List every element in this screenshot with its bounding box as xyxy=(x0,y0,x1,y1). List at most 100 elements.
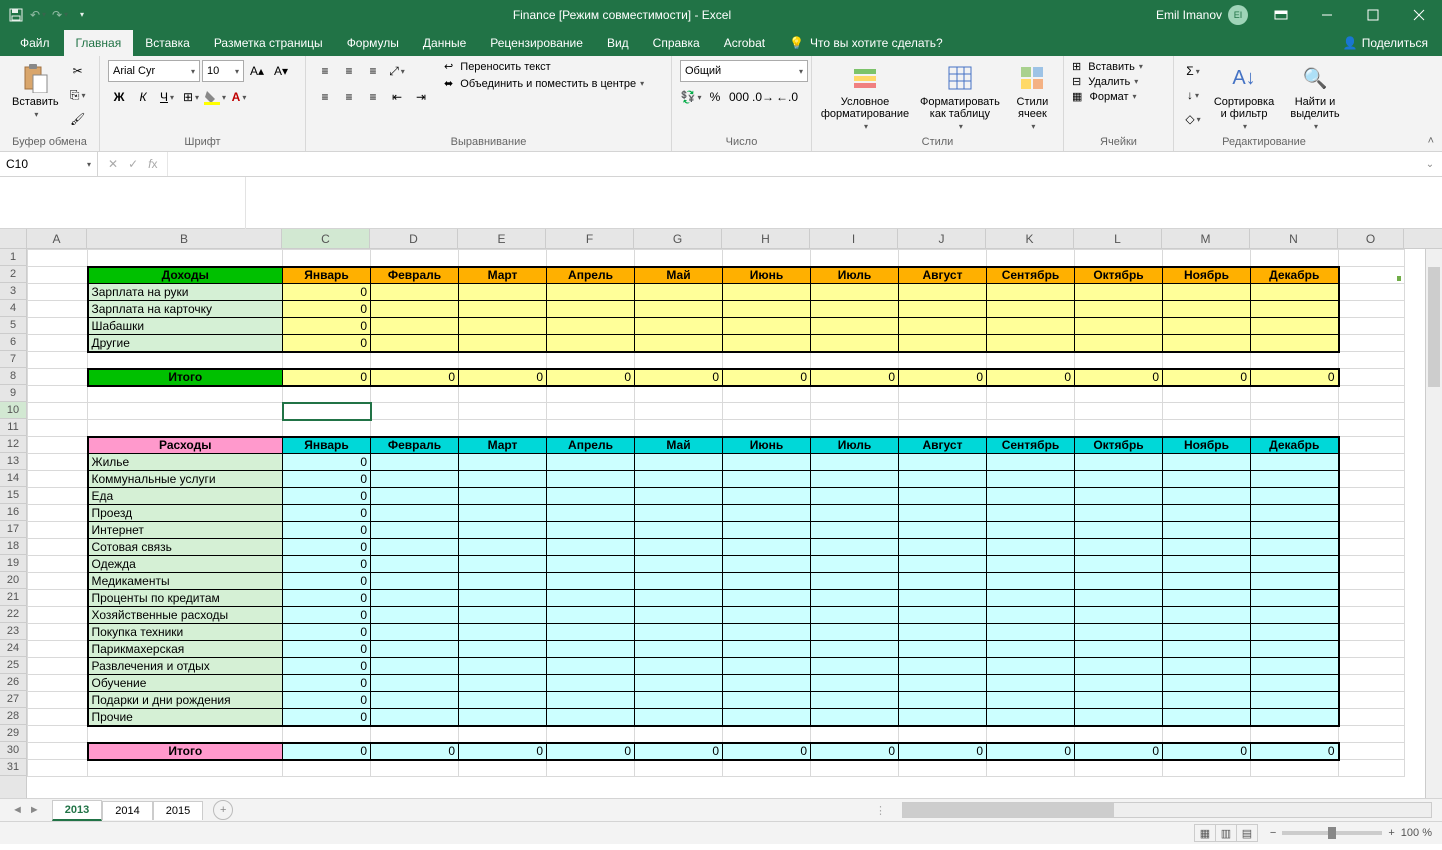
tab-help[interactable]: Справка xyxy=(641,30,712,56)
paste-button[interactable]: Вставить ▾ xyxy=(8,60,63,121)
group-styles-label: Стили xyxy=(820,135,1055,149)
increase-indent-icon[interactable]: ⇥ xyxy=(410,86,432,108)
align-bottom-icon[interactable]: ≡ xyxy=(362,60,384,82)
sheet-tab[interactable]: 2013 xyxy=(52,800,102,821)
underline-button[interactable]: Ч▾ xyxy=(156,86,178,108)
formula-bar-expanded-area xyxy=(0,177,1442,229)
prev-sheet-icon: ◄ xyxy=(12,804,23,816)
select-all-corner[interactable] xyxy=(0,229,27,249)
minimize-icon[interactable] xyxy=(1304,0,1350,29)
tab-page-layout[interactable]: Разметка страницы xyxy=(202,30,335,56)
italic-button[interactable]: К xyxy=(132,86,154,108)
autosum-icon[interactable]: Σ▾ xyxy=(1182,60,1204,82)
qat-customize-icon[interactable]: ▾ xyxy=(74,7,90,23)
zoom-out-icon[interactable]: − xyxy=(1270,827,1276,839)
vertical-scrollbar[interactable] xyxy=(1425,249,1442,798)
enter-icon[interactable]: ✓ xyxy=(128,157,138,171)
tab-insert[interactable]: Вставка xyxy=(133,30,202,56)
increase-font-icon[interactable]: A▴ xyxy=(246,60,268,82)
format-cells-button[interactable]: ▦ Формат▾ xyxy=(1072,90,1137,103)
decrease-font-icon[interactable]: A▾ xyxy=(270,60,292,82)
paste-icon xyxy=(19,62,51,94)
conditional-formatting-icon xyxy=(849,62,881,94)
tab-review[interactable]: Рецензирование xyxy=(478,30,595,56)
group-editing-label: Редактирование xyxy=(1182,135,1346,149)
clear-icon[interactable]: ◇▾ xyxy=(1182,108,1204,130)
align-middle-icon[interactable]: ≡ xyxy=(338,60,360,82)
expand-formula-bar-icon[interactable]: ⌄ xyxy=(1418,159,1442,170)
comma-icon[interactable]: 000 xyxy=(728,86,750,108)
align-top-icon[interactable]: ≡ xyxy=(314,60,336,82)
percent-icon[interactable]: % xyxy=(704,86,726,108)
fill-color-icon[interactable]: ▾ xyxy=(204,86,226,108)
zoom-control[interactable]: − + 100 % xyxy=(1270,827,1432,839)
sheet-tab[interactable]: 2015 xyxy=(153,801,203,820)
format-icon: ▦ xyxy=(1072,90,1082,103)
find-icon: 🔍 xyxy=(1299,62,1331,94)
fx-icon[interactable]: fx xyxy=(148,157,157,171)
increase-decimal-icon[interactable]: .0→ xyxy=(752,86,774,108)
name-box[interactable]: C10▾ xyxy=(0,152,98,176)
undo-icon[interactable]: ↶▾ xyxy=(30,7,46,23)
redo-icon[interactable]: ↷▾ xyxy=(52,7,68,23)
row-headers[interactable]: 1234567891011121314151617181920212223242… xyxy=(0,249,27,798)
conditional-formatting-button[interactable]: Условное форматирование▾ xyxy=(820,60,910,133)
tab-home[interactable]: Главная xyxy=(64,30,134,56)
share-button[interactable]: 👤 Поделиться xyxy=(1329,30,1442,56)
user-area[interactable]: Emil Imanov EI xyxy=(1146,5,1258,25)
format-as-table-button[interactable]: Форматировать как таблицу▾ xyxy=(914,60,1006,133)
zoom-in-icon[interactable]: + xyxy=(1388,827,1394,839)
column-headers[interactable]: ABCDEFGHIJKLMNO xyxy=(27,229,1425,249)
tell-me[interactable]: 💡 Что вы хотите сделать? xyxy=(777,30,955,56)
align-center-icon[interactable]: ≡ xyxy=(338,86,360,108)
borders-icon[interactable]: ⊞▾ xyxy=(180,86,202,108)
collapse-ribbon-icon[interactable]: ˄ xyxy=(1428,135,1434,147)
accounting-icon[interactable]: 💱▾ xyxy=(680,86,702,108)
format-table-icon xyxy=(944,62,976,94)
sheet-tab[interactable]: 2014 xyxy=(102,801,152,820)
share-icon: 👤 xyxy=(1343,36,1358,50)
sheet-nav[interactable]: ◄► xyxy=(0,804,52,816)
cells-table[interactable]: ДоходыЯнварьФевральМартАпрельМайИюньИюль… xyxy=(27,249,1405,777)
copy-icon[interactable]: ⎘▾ xyxy=(67,84,89,106)
sort-filter-button[interactable]: A↓ Сортировка и фильтр▾ xyxy=(1208,60,1280,133)
close-icon[interactable] xyxy=(1396,0,1442,29)
merge-center-button[interactable]: ⬌ Объединить и поместить в центре▾ xyxy=(444,77,644,90)
font-size-combo[interactable]: 10▾ xyxy=(202,60,244,82)
format-painter-icon[interactable]: 🖌 xyxy=(67,108,89,130)
group-font-label: Шрифт xyxy=(108,135,297,149)
cancel-icon[interactable]: ✕ xyxy=(108,157,118,171)
decrease-indent-icon[interactable]: ⇤ xyxy=(386,86,408,108)
find-select-button[interactable]: 🔍 Найти и выделить▾ xyxy=(1284,60,1346,133)
maximize-icon[interactable] xyxy=(1350,0,1396,29)
tab-data[interactable]: Данные xyxy=(411,30,478,56)
tab-file[interactable]: Файл xyxy=(6,30,64,56)
tab-formulas[interactable]: Формулы xyxy=(335,30,411,56)
ribbon-options-icon[interactable] xyxy=(1258,0,1304,29)
cell-styles-button[interactable]: Стили ячеек▾ xyxy=(1010,60,1055,133)
zoom-slider[interactable] xyxy=(1282,831,1382,835)
decrease-decimal-icon[interactable]: ←.0 xyxy=(776,86,798,108)
align-right-icon[interactable]: ≡ xyxy=(362,86,384,108)
orientation-icon[interactable]: ⤢▾ xyxy=(386,60,408,82)
fill-icon[interactable]: ↓▾ xyxy=(1182,84,1204,106)
save-icon[interactable] xyxy=(8,7,24,23)
zoom-value[interactable]: 100 % xyxy=(1401,827,1432,839)
tab-acrobat[interactable]: Acrobat xyxy=(712,30,777,56)
wrap-text-button[interactable]: ↩ Переносить текст xyxy=(444,60,644,73)
bold-button[interactable]: Ж xyxy=(108,86,130,108)
horizontal-scrollbar[interactable] xyxy=(902,802,1432,818)
cut-icon[interactable]: ✂ xyxy=(67,60,89,82)
number-format-combo[interactable]: Общий▾ xyxy=(680,60,808,82)
merge-icon: ⬌ xyxy=(444,77,453,90)
align-left-icon[interactable]: ≡ xyxy=(314,86,336,108)
next-sheet-icon: ► xyxy=(29,804,40,816)
view-switcher[interactable]: ▦▥▤ xyxy=(1195,824,1258,842)
tab-view[interactable]: Вид xyxy=(595,30,641,56)
delete-cells-button[interactable]: ⊟ Удалить▾ xyxy=(1072,75,1138,88)
font-name-combo[interactable]: Arial Cyr▾ xyxy=(108,60,200,82)
data-bar-indicator xyxy=(1397,276,1401,281)
insert-cells-button[interactable]: ⊞ Вставить▾ xyxy=(1072,60,1143,73)
font-color-icon[interactable]: A▾ xyxy=(228,86,250,108)
add-sheet-button[interactable]: + xyxy=(213,800,233,820)
